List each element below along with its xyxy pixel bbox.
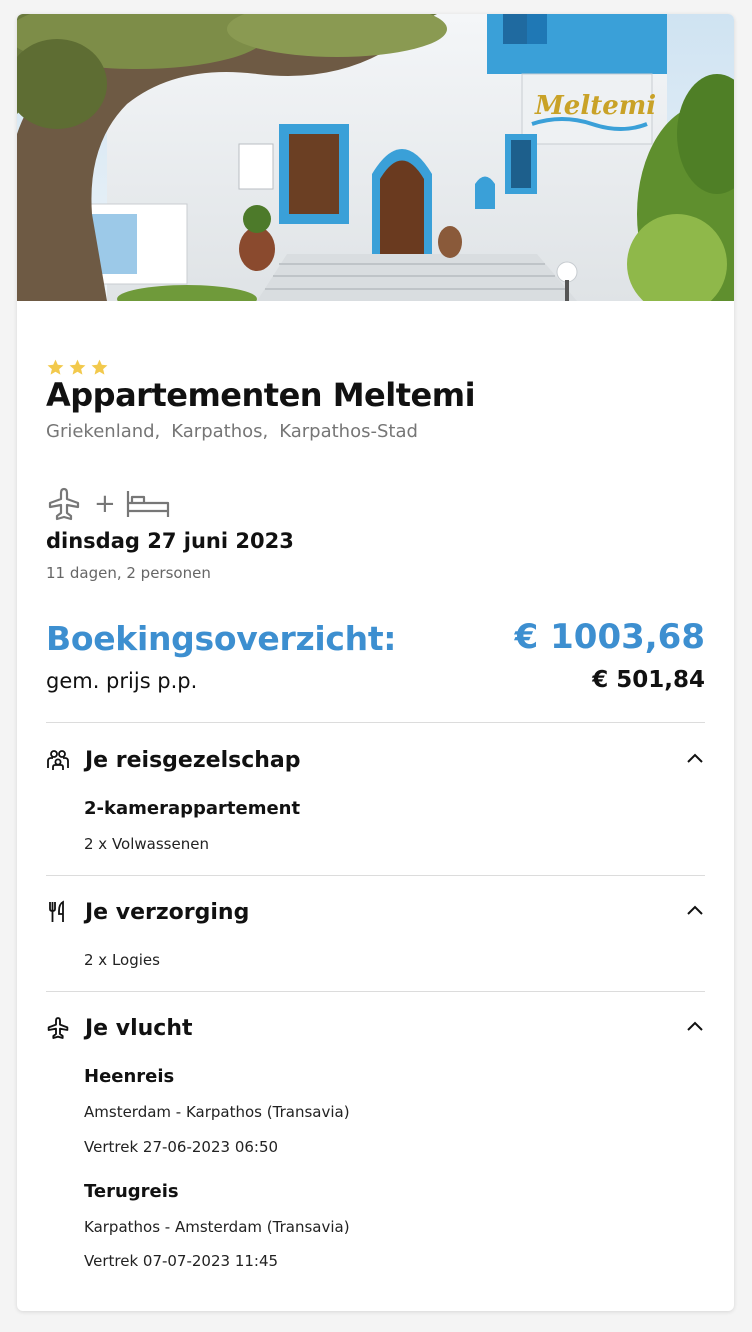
bed-icon: [126, 491, 169, 517]
board-section-header[interactable]: Je verzorging: [46, 897, 705, 927]
outbound-route: Amsterdam - Karpathos (Transavia): [84, 1103, 350, 1121]
return-title: Terugreis: [84, 1181, 179, 1202]
star-icon: [91, 359, 108, 375]
party-section-title: Je reisgezelschap: [85, 747, 301, 773]
board-section-title: Je verzorging: [85, 899, 250, 925]
plane-icon: [46, 1016, 70, 1040]
chevron-up-icon[interactable]: [685, 1017, 705, 1037]
hotel-location: Griekenland, Karpathos, Karpathos-Stad: [46, 421, 418, 442]
star-rating: [46, 358, 109, 377]
package-type: +: [46, 486, 170, 522]
chevron-up-icon[interactable]: [685, 749, 705, 769]
location-city: Karpathos-Stad: [279, 421, 418, 442]
outbound-departure: Vertrek 27-06-2023 06:50: [84, 1138, 279, 1156]
star-icon: [69, 359, 86, 375]
return-route: Karpathos - Amsterdam (Transavia): [84, 1218, 350, 1236]
return-departure: Vertrek 07-07-2023 11:45: [84, 1252, 279, 1270]
section-divider: [46, 722, 705, 723]
group-icon: [46, 748, 70, 772]
room-type: 2-kamerappartement: [84, 798, 301, 819]
fork-knife-icon: [46, 900, 70, 924]
flight-section-header[interactable]: Je vlucht: [46, 1013, 705, 1043]
hotel-sign-text: Meltemi: [534, 91, 656, 121]
booking-overview-title: Boekingsoverzicht:: [46, 619, 397, 658]
party-guests: 2 x Volwassenen: [84, 835, 209, 853]
hotel-card: Meltemi Appartementen Meltemi Griekenlan…: [17, 14, 734, 1311]
board-type: 2 x Logies: [84, 951, 160, 969]
hotel-photo-illustration: Meltemi: [17, 14, 734, 301]
party-section-header[interactable]: Je reisgezelschap: [46, 745, 705, 775]
section-divider: [46, 991, 705, 992]
price-per-person: € 501,84: [592, 667, 705, 693]
total-price: € 1003,68: [514, 617, 705, 657]
hotel-name: Appartementen Meltemi: [46, 376, 476, 414]
plane-icon: [48, 487, 80, 521]
departure-date: dinsdag 27 juni 2023: [46, 529, 294, 553]
chevron-up-icon[interactable]: [685, 901, 705, 921]
flight-section-title: Je vlucht: [85, 1015, 193, 1041]
location-island: Karpathos,: [171, 421, 269, 442]
outbound-title: Heenreis: [84, 1066, 175, 1087]
price-per-person-label: gem. prijs p.p.: [46, 669, 198, 693]
hotel-photo: Meltemi: [17, 14, 734, 301]
star-icon: [47, 359, 64, 375]
trip-duration: 11 dagen, 2 personen: [46, 564, 211, 582]
plus-sign: +: [94, 489, 116, 519]
section-divider: [46, 875, 705, 876]
location-country: Griekenland,: [46, 421, 161, 442]
